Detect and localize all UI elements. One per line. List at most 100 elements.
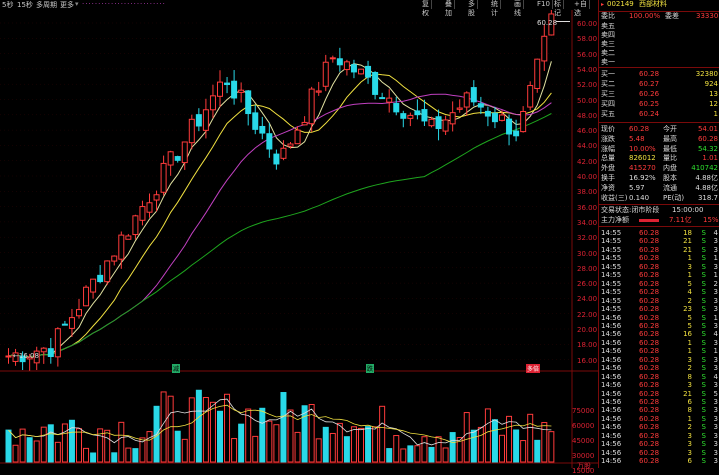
candle-body: [273, 153, 280, 165]
stat-value: 0.140: [629, 193, 650, 202]
stat-label: 内盘: [663, 164, 677, 173]
kline-chart[interactable]: [0, 10, 598, 468]
ask-level: 卖一: [599, 58, 719, 67]
volume-bar: [217, 410, 223, 463]
volume-bar: [174, 430, 181, 463]
volume-bar: [520, 440, 527, 463]
volume-bar: [68, 419, 75, 463]
candle-body: [160, 162, 167, 193]
candle-body: [252, 112, 259, 130]
candle-body: [209, 95, 216, 111]
ma-line: [8, 93, 552, 358]
volume-moving-averages: [8, 398, 552, 446]
ask-label: 卖四: [601, 31, 615, 39]
fuquan-button[interactable]: 复权: [420, 0, 432, 17]
stat-value: 5.48: [629, 134, 645, 143]
stat-value: 5.97: [629, 183, 645, 192]
mark-button[interactable]: 标记: [552, 0, 564, 17]
price-tick-label: 34.00: [577, 218, 598, 227]
quote-stat-row: 外盘 415270 内盘 410742: [599, 164, 719, 173]
candle-body: [68, 317, 75, 329]
candle-body: [513, 130, 520, 137]
price-tick-label: 38.00: [577, 188, 598, 197]
candle-body: [259, 125, 266, 134]
volume-bar: [104, 429, 111, 463]
candle-body: [280, 147, 287, 159]
candle-body: [132, 215, 139, 236]
stat-label: 现价: [601, 125, 615, 133]
price-tick-label: 54.00: [577, 65, 598, 74]
volume-bar: [90, 452, 97, 463]
quote-stat-row: 换手 16.92% 股本 4.88亿: [599, 174, 719, 183]
candle-body: [350, 64, 357, 73]
price-tick-label: 30.00: [577, 249, 598, 258]
volume-bar: [125, 447, 132, 463]
candle-body: [534, 58, 541, 89]
signal-marker[interactable]: 多倍: [526, 364, 541, 373]
volume-bar: [534, 439, 541, 463]
ask-level: 卖五: [599, 22, 719, 31]
candle-body: [484, 110, 491, 117]
volume-tick-label: 30000: [572, 452, 595, 460]
candle-body: [421, 109, 428, 122]
volume-bar: [111, 452, 118, 463]
stat-value: 16.92%: [629, 174, 656, 182]
low-price-label: ←16.08: [13, 352, 39, 360]
ask-label: 卖一: [601, 58, 615, 66]
stat-label: 涨幅: [601, 144, 615, 153]
bid-label: 买五: [601, 110, 615, 118]
stat-value: 1.01: [702, 154, 718, 163]
stat-value: 60.28: [697, 134, 718, 143]
volume-bar: [202, 397, 209, 463]
candle-body: [442, 119, 449, 132]
volume-bar: [132, 448, 139, 463]
candle-body: [195, 114, 202, 127]
stat-label: 最低: [663, 144, 677, 153]
tab-multi-period[interactable]: 多周期: [36, 0, 57, 10]
add-watchlist-button[interactable]: +自选: [572, 0, 590, 17]
price-tick-label: 18.00: [577, 341, 598, 350]
tick-time: 14:56: [601, 457, 622, 466]
tab-15s[interactable]: 15秒: [17, 0, 33, 10]
bid-price: 60.25: [639, 100, 660, 108]
candle-body: [456, 107, 463, 110]
volume-bar: [421, 436, 428, 463]
volume-bar: [414, 445, 421, 463]
candle-body: [5, 355, 12, 358]
stat-value: 54.32: [697, 144, 718, 153]
stat-value: 415270: [629, 164, 656, 173]
candle-body: [393, 103, 400, 113]
candle-body: [202, 109, 209, 131]
ask-label: 卖三: [601, 40, 615, 48]
volume-bars: [5, 389, 555, 463]
stat-label: 换手: [601, 174, 615, 182]
stats-button[interactable]: 统计: [489, 0, 501, 17]
f10-button[interactable]: F10: [535, 0, 553, 9]
volume-bar: [548, 431, 555, 463]
high-price-label: 60.28: [537, 19, 558, 27]
draw-line-button[interactable]: 画线: [512, 0, 524, 17]
volume-bar: [358, 427, 364, 463]
volume-bar: [407, 445, 414, 463]
bid-volume: 13: [709, 90, 718, 98]
volume-bar: [238, 423, 245, 463]
tab-5s[interactable]: 5秒: [2, 0, 13, 10]
multi-stock-button[interactable]: 多股: [466, 0, 478, 17]
stat-value: 410742: [691, 164, 718, 173]
candle-body: [470, 87, 477, 103]
volume-bar: [343, 436, 350, 463]
volume-tick-label: 60000: [572, 422, 595, 430]
ask-level: 卖二: [599, 49, 719, 58]
candle-body: [322, 61, 329, 87]
volume-bar: [26, 437, 33, 463]
tab-more[interactable]: 更多: [60, 0, 74, 10]
price-tick-label: 32.00: [577, 234, 598, 243]
candle-body: [266, 133, 273, 150]
signal-marker[interactable]: 减: [172, 364, 181, 373]
bid-level: 买二 60.27 924: [599, 80, 719, 89]
chevron-down-icon[interactable]: ▾: [75, 0, 79, 8]
candle-body: [527, 85, 534, 108]
signal-marker[interactable]: 跌: [366, 364, 375, 373]
overlay-button[interactable]: 叠加: [443, 0, 455, 17]
tick-price: 60.28: [639, 457, 660, 466]
